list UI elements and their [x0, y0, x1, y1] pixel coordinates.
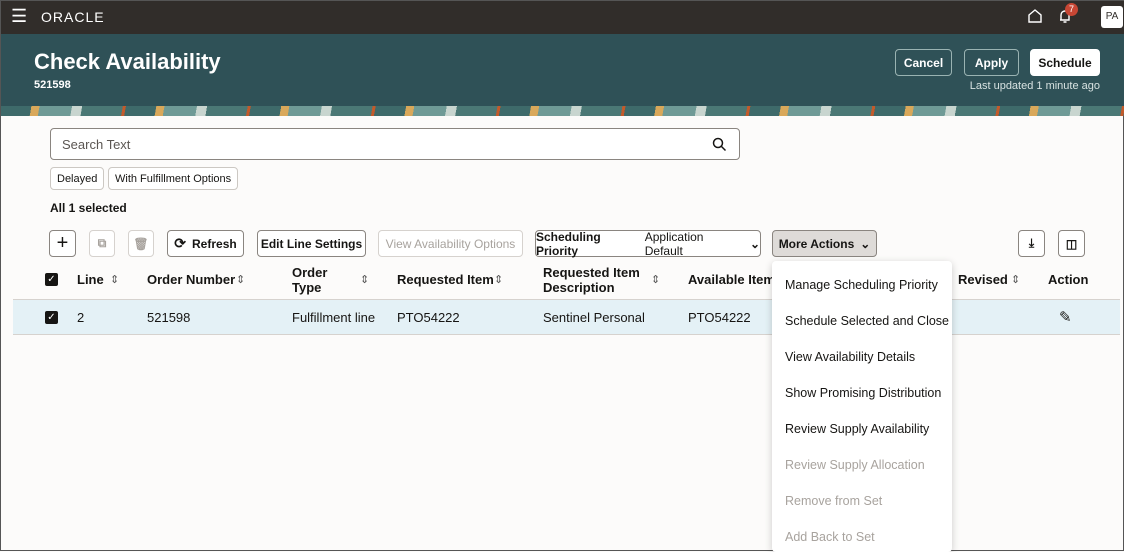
apply-button[interactable]: Apply — [964, 49, 1019, 76]
menu-item-show-promising-distribution[interactable]: Show Promising Distribution — [785, 386, 941, 400]
chevron-down-icon: ⌄ — [749, 236, 760, 251]
sort-icon[interactable]: ⇕ — [651, 273, 660, 286]
cell-available-item: PTO54222 — [688, 310, 751, 325]
top-bar: ☰ ORACLE 7 PA — [1, 1, 1124, 34]
menu-item-add-back-to-set: Add Back to Set — [785, 530, 875, 544]
duplicate-button[interactable]: ⧉ — [89, 230, 115, 257]
cell-line: 2 — [77, 310, 85, 325]
cell-description: Sentinel Personal — [543, 310, 645, 325]
more-actions-button[interactable]: More Actions ⌄ — [772, 230, 877, 257]
page-subtitle: 521598 — [34, 79, 71, 91]
filter-chip-delayed[interactable]: Delayed — [50, 167, 105, 190]
home-icon[interactable] — [1027, 8, 1043, 24]
decorative-strip — [1, 106, 1124, 116]
menu-item-review-supply-availability[interactable]: Review Supply Availability — [785, 422, 929, 436]
refresh-icon: ⟳ — [174, 235, 187, 251]
header-requested-item[interactable]: Requested Item — [397, 272, 494, 287]
search-input[interactable]: Search Text — [50, 128, 740, 160]
sort-icon[interactable]: ⇕ — [494, 273, 503, 286]
scheduling-priority-select[interactable]: Scheduling Priority Application Default ⌄ — [535, 229, 761, 258]
add-button[interactable]: + — [49, 230, 76, 257]
header-order-type[interactable]: Order Type — [292, 265, 327, 295]
menu-item-manage-scheduling-priority[interactable]: Manage Scheduling Priority — [785, 278, 938, 292]
priority-label: Scheduling Priority — [536, 229, 601, 258]
refresh-button[interactable]: ⟳ Refresh — [167, 230, 244, 257]
cell-order-type: Fulfillment line — [292, 310, 376, 325]
schedule-button[interactable]: Schedule — [1030, 49, 1100, 76]
user-avatar[interactable]: PA — [1101, 6, 1123, 28]
header-available-item[interactable]: Available Item — [688, 272, 775, 287]
header-order-number[interactable]: Order Number — [147, 272, 235, 287]
sort-icon[interactable]: ⇕ — [236, 273, 245, 286]
sort-icon[interactable]: ⇕ — [1011, 273, 1020, 286]
delete-button[interactable]: 🗑 — [128, 230, 154, 257]
header-requested-item-description[interactable]: Requested Item Description — [543, 265, 640, 295]
select-all-checkbox[interactable]: ✓ — [45, 273, 58, 286]
selection-count: All 1 selected — [50, 201, 127, 215]
last-updated: Last updated 1 minute ago — [969, 80, 1100, 92]
edit-line-settings-button[interactable]: Edit Line Settings — [257, 230, 366, 257]
search-icon[interactable] — [712, 137, 727, 152]
chevron-down-icon: ⌄ — [860, 236, 871, 251]
sort-icon[interactable]: ⇕ — [110, 273, 119, 286]
trash-icon: 🗑 — [133, 236, 149, 251]
priority-value: Application Default — [644, 229, 704, 258]
sort-icon[interactable]: ⇕ — [360, 273, 369, 286]
edit-pencil-icon[interactable]: ✎ — [1059, 308, 1072, 326]
columns-icon: ◫ — [1065, 236, 1078, 251]
page-header: Check Availability 521598 Cancel Apply S… — [1, 34, 1124, 116]
menu-item-view-availability-details[interactable]: View Availability Details — [785, 350, 915, 364]
plus-icon: + — [56, 232, 69, 254]
page-title: Check Availability — [34, 49, 221, 74]
oracle-logo[interactable]: ORACLE — [41, 9, 105, 25]
search-placeholder: Search Text — [62, 137, 131, 152]
export-button[interactable]: ⤓ — [1018, 230, 1045, 257]
hamburger-menu-icon[interactable]: ☰ — [11, 6, 27, 27]
header-action: Action — [1048, 272, 1089, 287]
row-checkbox[interactable]: ✓ — [45, 311, 58, 324]
cell-order-number: 521598 — [147, 310, 191, 325]
header-revised[interactable]: Revised — [958, 272, 1008, 287]
view-availability-options-button[interactable]: View Availability Options — [378, 230, 523, 257]
download-icon: ⤓ — [1028, 236, 1035, 250]
cell-requested-item: PTO54222 — [397, 310, 460, 325]
notification-badge: 7 — [1065, 3, 1078, 16]
menu-item-schedule-selected-close[interactable]: Schedule Selected and Close — [785, 314, 949, 328]
copy-icon: ⧉ — [97, 236, 107, 250]
menu-item-review-supply-allocation: Review Supply Allocation — [785, 458, 925, 472]
header-line[interactable]: Line — [77, 272, 104, 287]
cancel-button[interactable]: Cancel — [895, 49, 952, 76]
more-actions-label: More Actions — [778, 236, 855, 251]
filter-chip-fulfillment-options[interactable]: With Fulfillment Options — [108, 167, 239, 190]
menu-item-remove-from-set: Remove from Set — [785, 494, 883, 508]
refresh-label: Refresh — [192, 236, 237, 251]
columns-button[interactable]: ◫ — [1058, 230, 1085, 257]
more-actions-menu: Manage Scheduling Priority Schedule Sele… — [772, 261, 952, 552]
